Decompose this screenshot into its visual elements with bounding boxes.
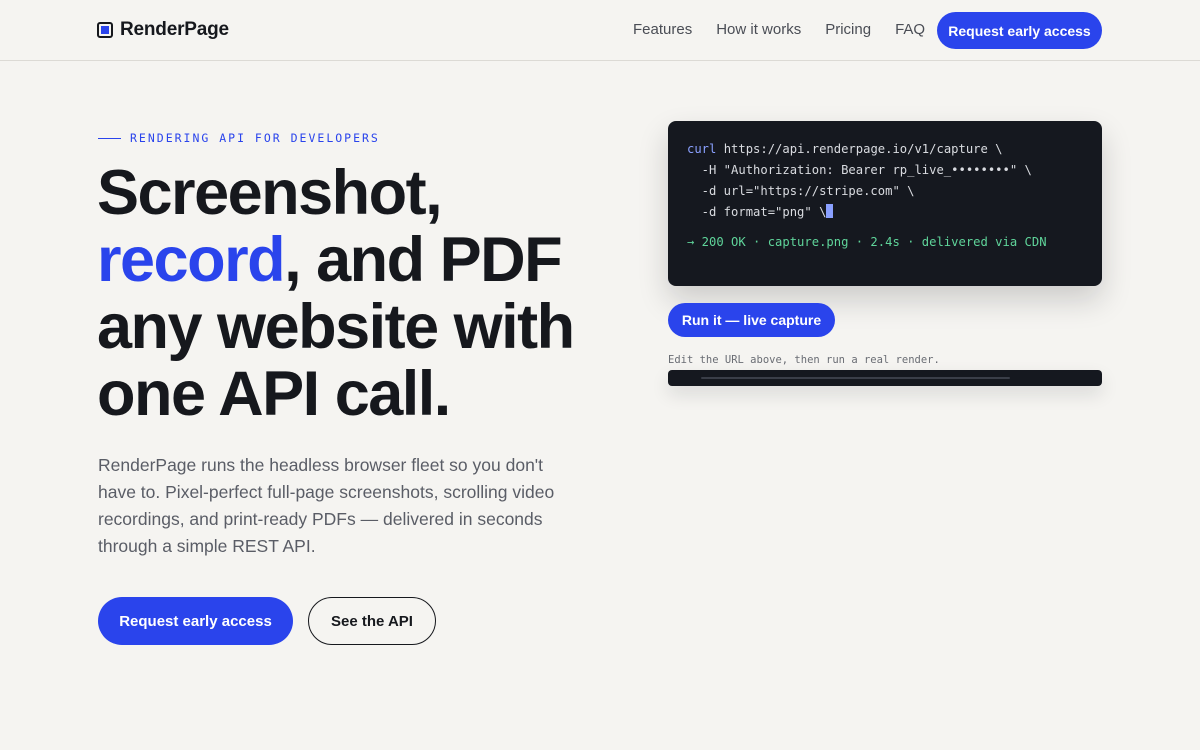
render-progress-bar: [668, 370, 1102, 386]
main-nav: Features How it works Pricing FAQ: [633, 21, 949, 39]
text-cursor: [826, 204, 834, 218]
code-line-1: curl https://api.renderpage.io/v1/captur…: [687, 139, 1083, 160]
request-access-button[interactable]: Request early access: [98, 597, 293, 645]
hero-subtext: RenderPage runs the headless browser fle…: [98, 455, 555, 556]
nav-link-features[interactable]: Features: [633, 21, 692, 39]
nav-link-how-it-works[interactable]: How it works: [716, 21, 801, 39]
brand-name: RenderPage: [120, 19, 229, 40]
see-api-button[interactable]: See the API: [308, 597, 436, 645]
nav-link-pricing[interactable]: Pricing: [825, 21, 871, 39]
brand[interactable]: RenderPage: [97, 19, 229, 41]
headline-part-1: Screenshot,: [97, 158, 443, 228]
request-access-nav-button[interactable]: Request early access: [937, 12, 1102, 49]
code-command: curl: [687, 142, 717, 156]
nav-link-faq[interactable]: FAQ: [895, 21, 925, 39]
run-hint: Edit the URL above, then run a real rend…: [668, 354, 940, 366]
code-line-4: -d format="png" \: [687, 202, 1083, 223]
square-logo-icon: [97, 22, 113, 38]
eyebrow: RENDERING API FOR DEVELOPERS: [98, 131, 380, 145]
code-url: https://api.renderpage.io/v1/capture \: [716, 142, 1003, 156]
code-line-2: -H "Authorization: Bearer rp_live_••••••…: [687, 163, 1032, 177]
code-result: → 200 OK · capture.png · 2.4s · delivere…: [687, 235, 1047, 249]
run-live-capture-button[interactable]: Run it — live capture: [668, 303, 835, 337]
code-line-3: -d url="https://stripe.com" \: [687, 184, 915, 198]
code-panel[interactable]: curl https://api.renderpage.io/v1/captur…: [668, 121, 1102, 286]
site-header: RenderPage Features How it works Pricing…: [0, 0, 1200, 61]
hero-headline: Screenshot, record, and PDF any website w…: [97, 160, 657, 428]
eyebrow-rule: [98, 137, 121, 139]
headline-accent: record: [97, 225, 286, 295]
eyebrow-text: RENDERING API FOR DEVELOPERS: [130, 131, 380, 145]
render-progress-fill: [701, 377, 1010, 379]
code-line-4-text: -d format="png" \: [687, 205, 827, 219]
